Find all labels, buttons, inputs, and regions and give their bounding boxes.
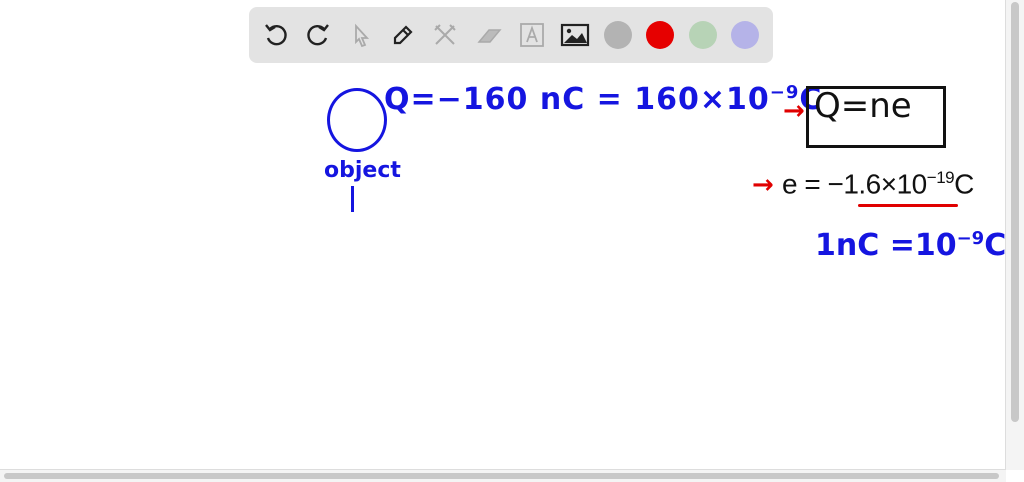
horizontal-scrollbar[interactable] [0,469,1006,482]
nanocoulomb-unit: C [984,228,1007,263]
nanocoulomb-text: 1nC =10 [815,228,957,263]
color-purple[interactable] [731,21,759,49]
red-underline [858,204,958,207]
formula: Q=ne [814,86,912,126]
nanocoulomb-exponent: −9 [956,228,985,249]
eraser-icon[interactable] [474,20,504,50]
object-label: object [324,158,401,183]
color-gray[interactable] [604,21,632,49]
electron-charge-unit: C [954,168,974,200]
text-icon[interactable] [517,20,547,50]
select-icon[interactable] [346,20,376,50]
object-pointer-line [351,186,354,212]
undo-icon[interactable] [261,20,291,50]
image-icon[interactable] [560,20,590,50]
charge-equation: Q=−160 nC = 160×10−9C [384,82,822,117]
redo-icon[interactable] [303,20,333,50]
horizontal-scroll-thumb[interactable] [4,473,999,479]
color-red[interactable] [646,21,674,49]
drawing-toolbar [249,7,773,63]
charge-equation-text: Q=−160 nC = 160×10 [384,82,770,117]
vertical-scrollbar[interactable] [1005,0,1024,470]
color-green[interactable] [689,21,717,49]
electron-charge-exponent: −19 [926,168,955,187]
arrow-icon: → [783,96,805,126]
whiteboard-canvas[interactable]: Q=−160 nC = 160×10−9C object → Q=ne → e … [0,70,1006,470]
tools-icon[interactable] [430,20,460,50]
vertical-scroll-thumb[interactable] [1011,2,1019,422]
electron-charge: e = −1.6×10−19C [782,168,974,200]
object-circle [327,88,387,152]
pen-icon[interactable] [388,20,418,50]
arrow-icon: → [752,170,774,200]
nanocoulomb-conversion: 1nC =10−9C [815,228,1006,263]
electron-charge-text: e = −1.6×10 [782,168,927,200]
